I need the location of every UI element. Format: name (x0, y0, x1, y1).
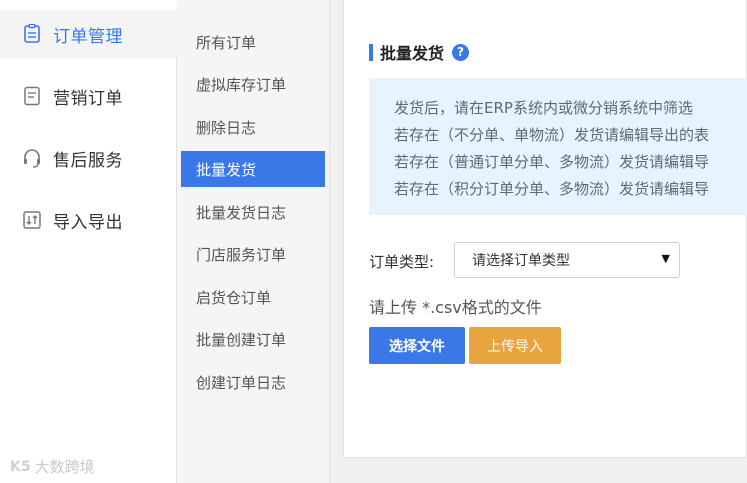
subnav-item-batch-shipping[interactable]: 批量发货 (181, 151, 325, 187)
sidebar-item-label: 营销订单 (53, 88, 123, 109)
sidebar-item-label: 售后服务 (53, 150, 123, 171)
help-icon[interactable]: ? (452, 43, 470, 61)
order-type-select-value: 请选择订单类型 (472, 253, 570, 269)
sidebar-item-label: 订单管理 (53, 26, 123, 47)
sidebar-item-marketing-orders[interactable]: 营销订单 (0, 72, 177, 120)
sidebar-item-order-management[interactable]: 订单管理 (0, 10, 177, 58)
dropdown-arrow-icon: ▼ (661, 252, 670, 265)
document-list-icon (22, 24, 42, 44)
page-title-row: 批量发货 ? (369, 40, 470, 64)
subnav-item-virtual-stock-orders[interactable]: 虚拟库存订单 (181, 66, 325, 102)
headset-icon (22, 148, 42, 168)
order-type-label: 订单类型: (369, 253, 435, 271)
app-root: 订单管理 营销订单 售后服务 导入导出 K5 大数跨境 所有订单 虚拟库存订单 … (0, 0, 747, 483)
main-panel: 批量发货 ? 发货后，请在ERP系统内或微分销系统中筛选 若存在（不分单、单物流… (343, 0, 747, 458)
import-export-icon (22, 210, 42, 230)
subnav-item-warehouse-orders[interactable]: 启货仓订单 (181, 279, 325, 315)
upload-import-button[interactable]: 上传导入 (469, 327, 561, 364)
info-line: 若存在（普通订单分单、多物流）发货请编辑导 (394, 153, 710, 171)
secondary-sidebar: 所有订单 虚拟库存订单 删除日志 批量发货 批量发货日志 门店服务订单 启货仓订… (177, 0, 330, 483)
page-title: 批量发货 (380, 44, 445, 63)
info-line: 发货后，请在ERP系统内或微分销系统中筛选 (394, 99, 693, 117)
info-line: 若存在（不分单、单物流）发货请编辑导出的表 (394, 126, 710, 144)
subnav-item-store-service-orders[interactable]: 门店服务订单 (181, 236, 325, 272)
subnav-item-all-orders[interactable]: 所有订单 (181, 24, 325, 60)
primary-sidebar: 订单管理 营销订单 售后服务 导入导出 K5 大数跨境 (0, 0, 177, 483)
subnav-item-batch-shipping-log[interactable]: 批量发货日志 (181, 194, 325, 230)
sidebar-item-import-export[interactable]: 导入导出 (0, 196, 177, 244)
watermark-logo: K5 (10, 458, 31, 475)
info-notice: 发货后，请在ERP系统内或微分销系统中筛选 若存在（不分单、单物流）发货请编辑导… (369, 78, 747, 215)
document-icon (22, 86, 42, 106)
title-accent-bar (369, 43, 373, 61)
info-line: 若存在（积分订单分单、多物流）发货请编辑导 (394, 180, 710, 198)
watermark: K5 大数跨境 (10, 456, 95, 477)
subnav-item-delete-log[interactable]: 删除日志 (181, 109, 325, 145)
sidebar-item-label: 导入导出 (53, 212, 123, 233)
subnav-item-batch-create-orders[interactable]: 批量创建订单 (181, 321, 325, 357)
upload-hint: 请上传 *.csv格式的文件 (369, 298, 542, 317)
choose-file-button[interactable]: 选择文件 (369, 327, 465, 364)
subnav-item-create-order-log[interactable]: 创建订单日志 (181, 364, 325, 400)
sidebar-item-after-sales[interactable]: 售后服务 (0, 134, 177, 182)
order-type-select[interactable]: 请选择订单类型 ▼ (454, 242, 680, 278)
watermark-text: 大数跨境 (34, 458, 95, 476)
